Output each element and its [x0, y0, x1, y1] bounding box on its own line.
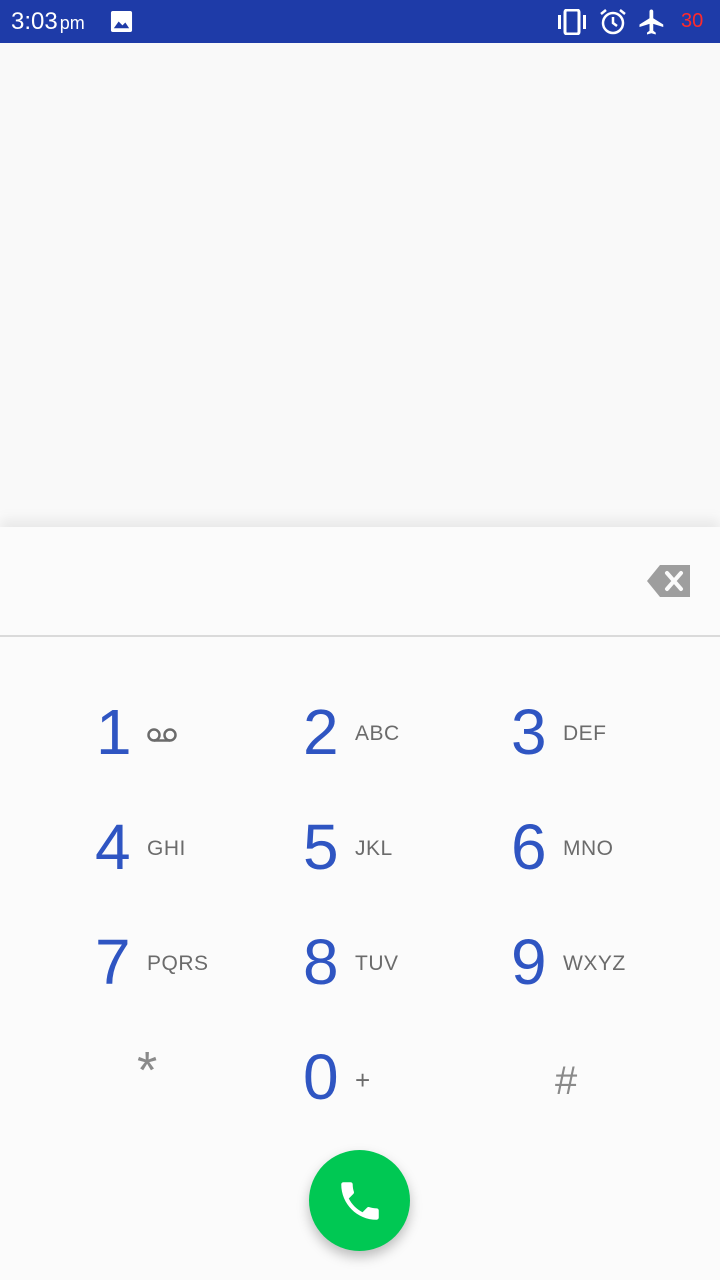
image-icon: [110, 10, 133, 33]
dialpad-key-8[interactable]: 8 TUV: [300, 912, 500, 1022]
key-digit: 8: [303, 926, 339, 998]
digits-field[interactable]: [20, 547, 624, 617]
key-digit: 5: [303, 811, 339, 883]
voicemail-icon: [147, 728, 177, 742]
dialpad-key-0[interactable]: 0 +: [300, 1027, 500, 1137]
status-bar: 3:03 pm 30: [0, 0, 720, 43]
key-digit: 0: [303, 1041, 339, 1113]
dialpad-key-5[interactable]: 5 JKL: [300, 797, 500, 907]
dialpad-key-6[interactable]: 6 MNO: [508, 797, 708, 907]
vibrate-icon: [558, 9, 586, 35]
dialpad-key-pound[interactable]: #: [508, 1027, 708, 1137]
battery-level: 30: [681, 10, 704, 32]
dialpad-key-2[interactable]: 2 ABC: [300, 682, 500, 792]
dialpad-key-1[interactable]: 1: [92, 682, 292, 792]
status-time: 3:03 pm: [11, 8, 85, 35]
dialpad-key-4[interactable]: 4 GHI: [92, 797, 292, 907]
dialpad-key-star[interactable]: *: [92, 1027, 292, 1137]
key-letters: ABC: [355, 722, 400, 745]
key-digit: *: [137, 1042, 158, 1100]
key-digit: 3: [511, 696, 547, 768]
dialer-screen: 3:03 pm 30 1 2 ABC 3 DEF 4 GHI 5 JKL 6 M…: [0, 0, 720, 1280]
phone-icon: [341, 1182, 379, 1220]
key-letters: DEF: [563, 722, 607, 745]
digits-row: [0, 527, 720, 635]
key-digit: 1: [96, 696, 132, 768]
key-digit: 7: [95, 926, 131, 998]
call-button[interactable]: [309, 1150, 410, 1251]
key-letters: +: [355, 1065, 371, 1095]
key-digit: 6: [511, 811, 547, 883]
key-digit: #: [555, 1059, 578, 1103]
status-ampm: pm: [59, 13, 85, 33]
airplane-icon: [639, 9, 664, 35]
dialpad: 1 2 ABC 3 DEF 4 GHI 5 JKL 6 MNO 7 PQRS 8…: [0, 527, 720, 1280]
divider: [0, 635, 720, 637]
key-letters: TUV: [355, 952, 399, 975]
key-letters: WXYZ: [563, 952, 626, 975]
key-digit: 9: [511, 926, 547, 998]
dialpad-key-7[interactable]: 7 PQRS: [92, 912, 292, 1022]
dialpad-key-9[interactable]: 9 WXYZ: [508, 912, 708, 1022]
key-letters: MNO: [563, 837, 614, 860]
key-digit: 2: [303, 696, 339, 768]
alarm-icon: [600, 9, 626, 35]
key-letters: JKL: [355, 837, 393, 860]
key-letters: GHI: [147, 837, 186, 860]
backspace-icon[interactable]: [646, 564, 692, 598]
dialpad-key-3[interactable]: 3 DEF: [508, 682, 708, 792]
call-log-area: [0, 43, 720, 513]
key-digit: 4: [95, 811, 131, 883]
key-letters: PQRS: [147, 952, 209, 975]
